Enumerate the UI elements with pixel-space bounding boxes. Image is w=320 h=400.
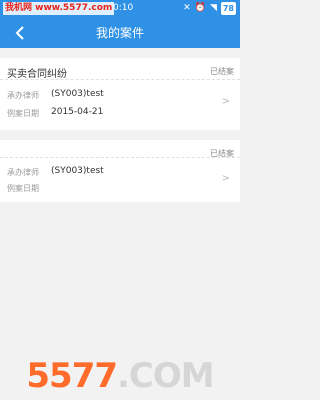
- chevron-left-icon: [15, 26, 24, 40]
- alarm-icon: ⏰: [194, 3, 206, 13]
- date-label: 例案日期: [7, 184, 39, 193]
- chevron-right-icon: >: [221, 173, 230, 184]
- chevron-right-icon: >: [221, 96, 230, 107]
- date-label: 例案日期: [7, 109, 39, 118]
- case-title: 买卖合同纠纷: [7, 69, 67, 80]
- status-icons: ✕ ⏰ ◥ 78: [183, 2, 236, 15]
- case-status-badge: 已结案: [210, 67, 234, 76]
- divider: [0, 79, 240, 80]
- case-card-header: 买卖合同纠纷 已结案: [0, 58, 240, 86]
- wifi-icon: ◥: [209, 3, 217, 13]
- page-title: 我的案件: [95, 26, 144, 40]
- watermark-number: 5577: [26, 356, 118, 396]
- battery-indicator: 78: [220, 2, 236, 15]
- watermark-logo: 5577 .COM: [0, 352, 240, 400]
- case-card-header: 已结案: [0, 140, 240, 168]
- back-button[interactable]: [10, 22, 32, 44]
- watermark-domain: .COM: [117, 356, 215, 396]
- app-header: 我的案件: [0, 18, 240, 48]
- watermark-text: 我机网 www.5577.com: [3, 2, 115, 15]
- status-bar: 我机网 www.5577.com 0:10 ✕ ⏰ ◥ 78: [0, 0, 240, 18]
- lawyer-value: (SY003)test: [51, 166, 104, 176]
- lawyer-label: 承办律师: [7, 91, 39, 100]
- date-value: 2015-04-21: [51, 107, 104, 117]
- lawyer-label: 承办律师: [7, 168, 39, 177]
- case-card[interactable]: 买卖合同纠纷 已结案 承办律师 (SY003)test 例案日期 2015-04…: [0, 58, 240, 130]
- case-card[interactable]: 已结案 承办律师 (SY003)test 例案日期 >: [0, 140, 240, 202]
- divider: [0, 157, 240, 158]
- status-time: 0:10: [113, 3, 134, 13]
- lawyer-value: (SY003)test: [51, 89, 104, 99]
- mute-icon: ✕: [183, 3, 191, 13]
